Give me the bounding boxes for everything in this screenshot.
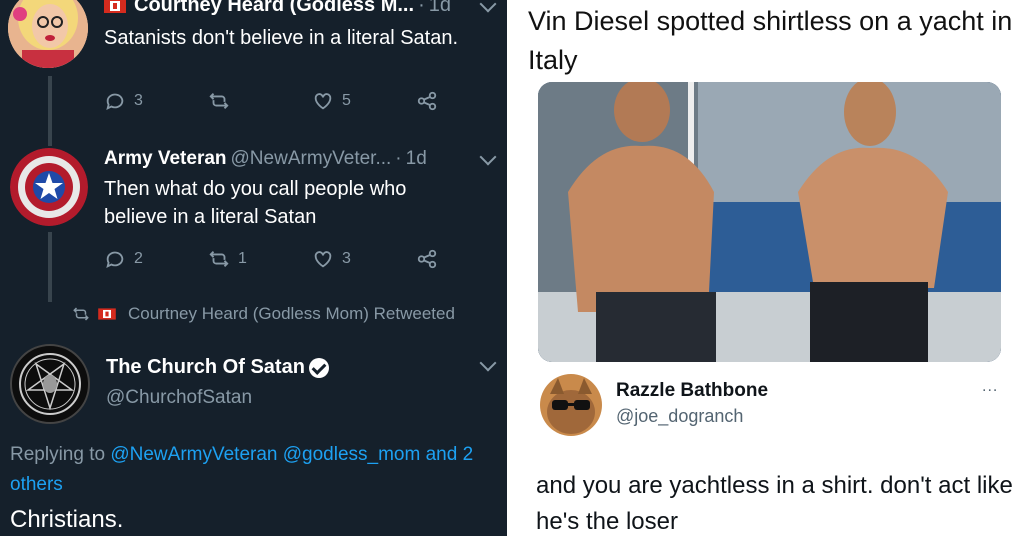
like-count: 5 (342, 92, 351, 109)
heart-icon (314, 93, 332, 110)
retweeted-by-text: Courtney Heard (Godless Mom) Retweeted (128, 304, 455, 323)
share-icon (417, 249, 437, 269)
share-button[interactable] (416, 248, 438, 270)
reply-button[interactable]: 3 (104, 90, 208, 112)
yacht-photo[interactable] (538, 82, 1001, 362)
reply-author-name[interactable]: Razzle Bathbone (616, 380, 768, 402)
tweet2-text: Then what do you call people who believe… (104, 175, 406, 231)
tweet2-author-name[interactable]: Army Veteran (104, 148, 227, 170)
tweet1-actions: 3 5 (104, 90, 438, 112)
heart-icon (314, 251, 332, 268)
tweet3-text: Christians. (10, 506, 124, 533)
reply-button[interactable]: 2 (104, 248, 208, 270)
more-options-icon[interactable]: ... (982, 378, 998, 396)
avatar-church-of-satan[interactable] (10, 344, 90, 424)
separator-dot: · (418, 0, 425, 16)
dark-thread-panel: Courtney Heard (Godless M... · 1d Satani… (0, 0, 507, 536)
chevron-down-icon[interactable] (479, 0, 497, 13)
thread-connector (48, 232, 52, 302)
reply-icon (106, 251, 124, 269)
headline-text: Vin Diesel spotted shirtless on a yacht … (528, 6, 1013, 75)
retweet-button[interactable]: 1 (208, 248, 312, 270)
chevron-down-icon[interactable] (479, 354, 497, 372)
retweet-icon (73, 307, 89, 321)
reply-count: 2 (134, 250, 143, 267)
tweet2-text-line2: believe in a literal Satan (104, 206, 317, 228)
tweet1-header: Courtney Heard (Godless M... · 1d (104, 0, 451, 17)
retweet-icon (209, 93, 229, 109)
tweet-panel: Vin Diesel spotted shirtless on a yacht … (510, 0, 1024, 536)
tweet2-header: Army Veteran @NewArmyVeter... · 1d (104, 148, 427, 170)
reply-icon (106, 93, 124, 111)
like-button[interactable]: 3 (312, 248, 416, 270)
tweet2-timestamp[interactable]: 1d (406, 148, 427, 170)
like-count: 3 (342, 250, 351, 267)
canada-flag-icon (104, 0, 126, 13)
thread-connector (48, 76, 52, 146)
retweet-icon (209, 251, 229, 267)
canada-flag-icon (98, 308, 116, 320)
tweet2-text-line1: Then what do you call people who (104, 178, 407, 200)
tweet2-actions: 2 1 3 (104, 248, 438, 270)
tweet3-author-name[interactable]: The Church Of Satan (106, 356, 305, 379)
retweeted-by-note[interactable]: Courtney Heard (Godless Mom) Retweeted (72, 304, 455, 324)
tweet2-handle[interactable]: @NewArmyVeter... (231, 148, 392, 170)
reply-text: and you are yachtless in a shirt. don't … (536, 472, 1013, 535)
tweet1-timestamp[interactable]: 1d (429, 0, 451, 17)
avatar-army-veteran[interactable] (10, 148, 88, 226)
separator-dot: · (395, 148, 402, 169)
reply-author-handle[interactable]: @joe_dogranch (616, 406, 743, 427)
replying-to-line: Replying to @NewArmyVeteran @godless_mom… (10, 440, 480, 500)
reply-count: 3 (134, 92, 143, 109)
tweet3-header: The Church Of Satan (106, 356, 329, 379)
avatar-courtney[interactable] (8, 0, 88, 68)
mention-newarmyveteran[interactable]: @NewArmyVeteran (110, 444, 277, 465)
share-icon (417, 91, 437, 111)
retweet-button[interactable] (208, 90, 312, 112)
verified-badge-icon (308, 357, 329, 378)
tweet1-author-name[interactable]: Courtney Heard (Godless M... (134, 0, 414, 17)
mention-godless-mom[interactable]: @godless_mom (283, 444, 421, 465)
tweet1-text: Satanists don't believe in a literal Sat… (104, 27, 459, 49)
like-button[interactable]: 5 (312, 90, 416, 112)
avatar-razzle-bathbone[interactable] (540, 374, 602, 436)
chevron-down-icon[interactable] (479, 148, 497, 166)
replying-to-label: Replying to (10, 444, 106, 465)
retweet-count: 1 (238, 250, 247, 267)
tweet3-handle[interactable]: @ChurchofSatan (106, 384, 252, 412)
share-button[interactable] (416, 90, 438, 112)
